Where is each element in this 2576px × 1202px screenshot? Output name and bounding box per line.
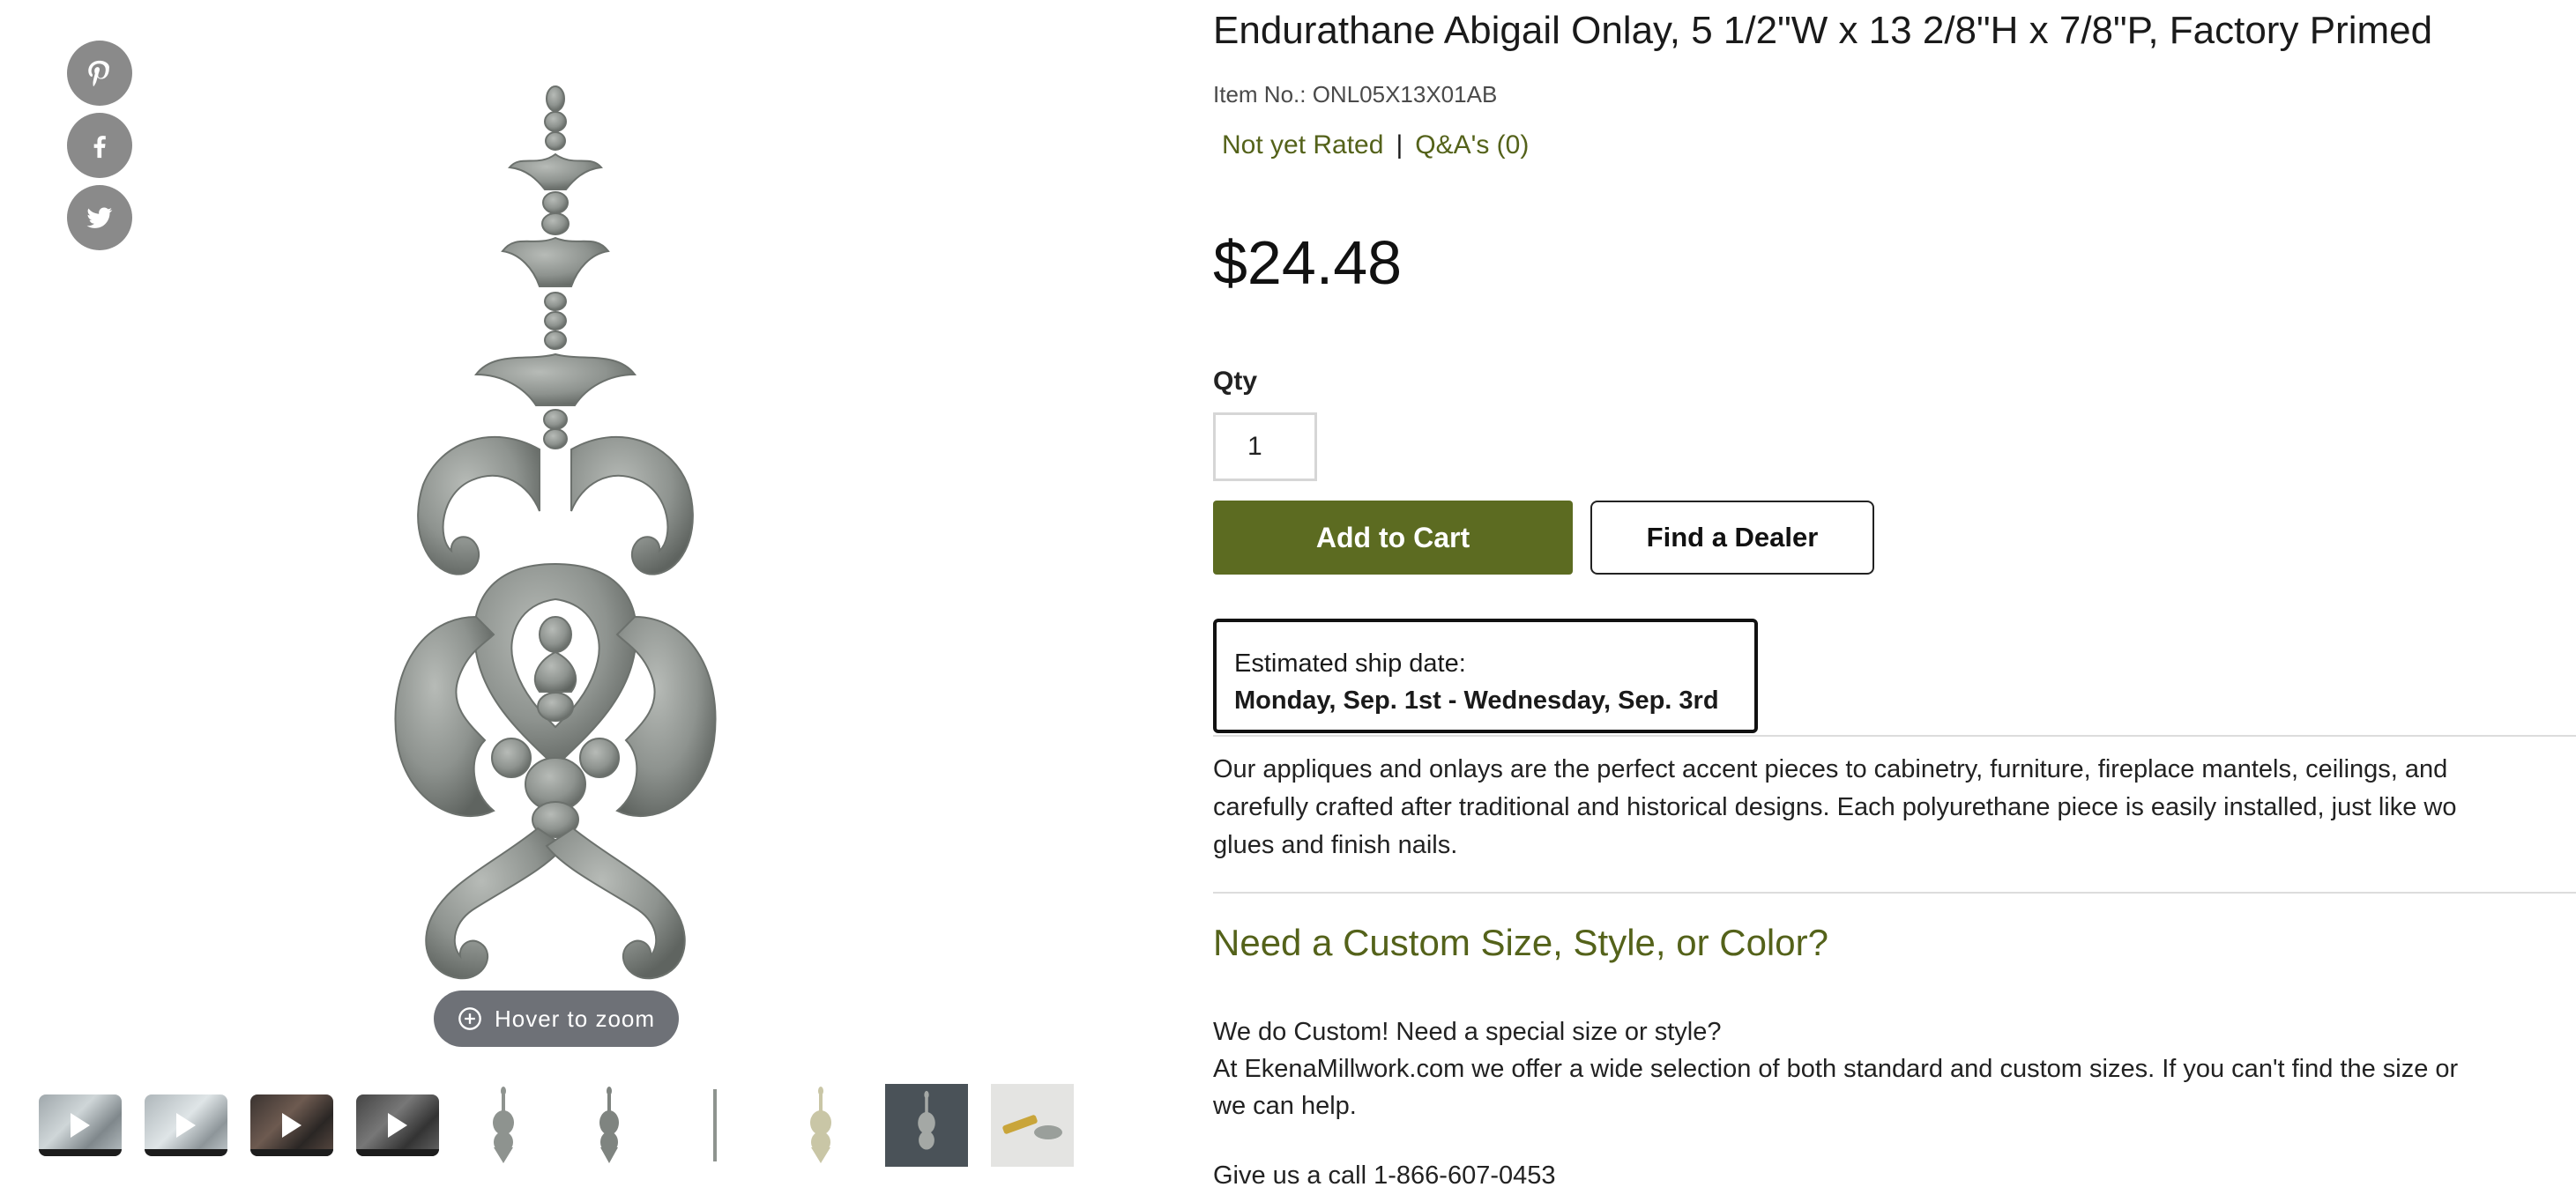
- image-thumbnail-front[interactable]: [462, 1084, 545, 1167]
- video-thumbnail-2[interactable]: [145, 1094, 227, 1156]
- add-to-cart-button[interactable]: Add to Cart: [1213, 501, 1573, 575]
- item-number: Item No.: ONL05X13X01AB: [1213, 81, 1498, 108]
- divider: [1213, 735, 2576, 737]
- video-thumbnail-3[interactable]: [250, 1094, 333, 1156]
- divider: [1213, 892, 2576, 894]
- custom-line: At EkenaMillwork.com we offer a wide sel…: [1213, 1055, 2459, 1083]
- product-description: Our appliques and onlays are the perfect…: [1213, 751, 2576, 864]
- video-thumbnail-4[interactable]: [356, 1094, 439, 1156]
- ship-date-label: Estimated ship date:: [1234, 649, 1466, 678]
- twitter-icon: [86, 207, 113, 228]
- onlay-thumb-graphic: [599, 1087, 619, 1163]
- hover-to-zoom-badge: Hover to zoom: [434, 991, 679, 1047]
- product-title: Endurathane Abigail Onlay, 5 1/2"W x 13 …: [1213, 9, 2433, 52]
- description-line: Our appliques and onlays are the perfect…: [1213, 755, 2448, 783]
- rating-row: Not yet Rated | Q&A's (0): [1222, 130, 1529, 160]
- product-price: $24.48: [1213, 228, 1403, 297]
- pinterest-icon: [88, 60, 109, 86]
- zoom-label: Hover to zoom: [494, 1005, 656, 1032]
- description-line: carefully crafted after traditional and …: [1213, 793, 2457, 821]
- thumbnail-strip: [39, 1084, 1074, 1167]
- custom-line: We do Custom! Need a special size or sty…: [1213, 1018, 1722, 1046]
- find-dealer-button[interactable]: Find a Dealer: [1590, 501, 1874, 575]
- rating-link[interactable]: Not yet Rated: [1222, 130, 1383, 160]
- image-thumbnail-angle[interactable]: [568, 1084, 651, 1167]
- onlay-thumb-graphic: [493, 1087, 514, 1163]
- image-thumbnail-tools[interactable]: [991, 1084, 1074, 1167]
- play-icon: [388, 1113, 407, 1138]
- description-line: glues and finish nails.: [1213, 831, 1458, 859]
- facebook-share-button[interactable]: [67, 113, 132, 178]
- play-icon: [176, 1113, 196, 1138]
- onlay-thumb-graphic: [810, 1087, 831, 1163]
- ship-date-value: Monday, Sep. 1st - Wednesday, Sep. 3rd: [1234, 686, 1719, 715]
- play-icon: [282, 1113, 302, 1138]
- custom-line: we can help.: [1213, 1092, 1357, 1120]
- custom-description: We do Custom! Need a special size or sty…: [1213, 1013, 2576, 1124]
- onlay-thumb-graphic: [713, 1089, 717, 1161]
- estimated-ship-box: Estimated ship date: Monday, Sep. 1st - …: [1213, 619, 1758, 733]
- qa-link[interactable]: Q&A's (0): [1415, 130, 1529, 160]
- onlay-thumb-graphic: [918, 1090, 935, 1150]
- tools-thumb-graphic: [1002, 1115, 1062, 1139]
- zoom-plus-icon: [458, 1007, 481, 1030]
- video-thumbnail-1[interactable]: [39, 1094, 122, 1156]
- facebook-icon: [93, 136, 106, 159]
- twitter-share-button[interactable]: [67, 185, 132, 250]
- play-icon: [71, 1113, 90, 1138]
- pinterest-share-button[interactable]: [67, 41, 132, 106]
- image-thumbnail-installed[interactable]: [885, 1084, 968, 1167]
- image-thumbnail-side[interactable]: [674, 1084, 756, 1167]
- rating-separator: |: [1396, 130, 1403, 160]
- image-thumbnail-primed[interactable]: [779, 1084, 862, 1167]
- product-main-image[interactable]: [388, 70, 723, 987]
- qty-label: Qty: [1213, 367, 1258, 396]
- quantity-input[interactable]: [1213, 412, 1317, 481]
- custom-heading: Need a Custom Size, Style, or Color?: [1213, 922, 1828, 963]
- call-us-text: Give us a call 1-866-607-0453: [1213, 1161, 1556, 1190]
